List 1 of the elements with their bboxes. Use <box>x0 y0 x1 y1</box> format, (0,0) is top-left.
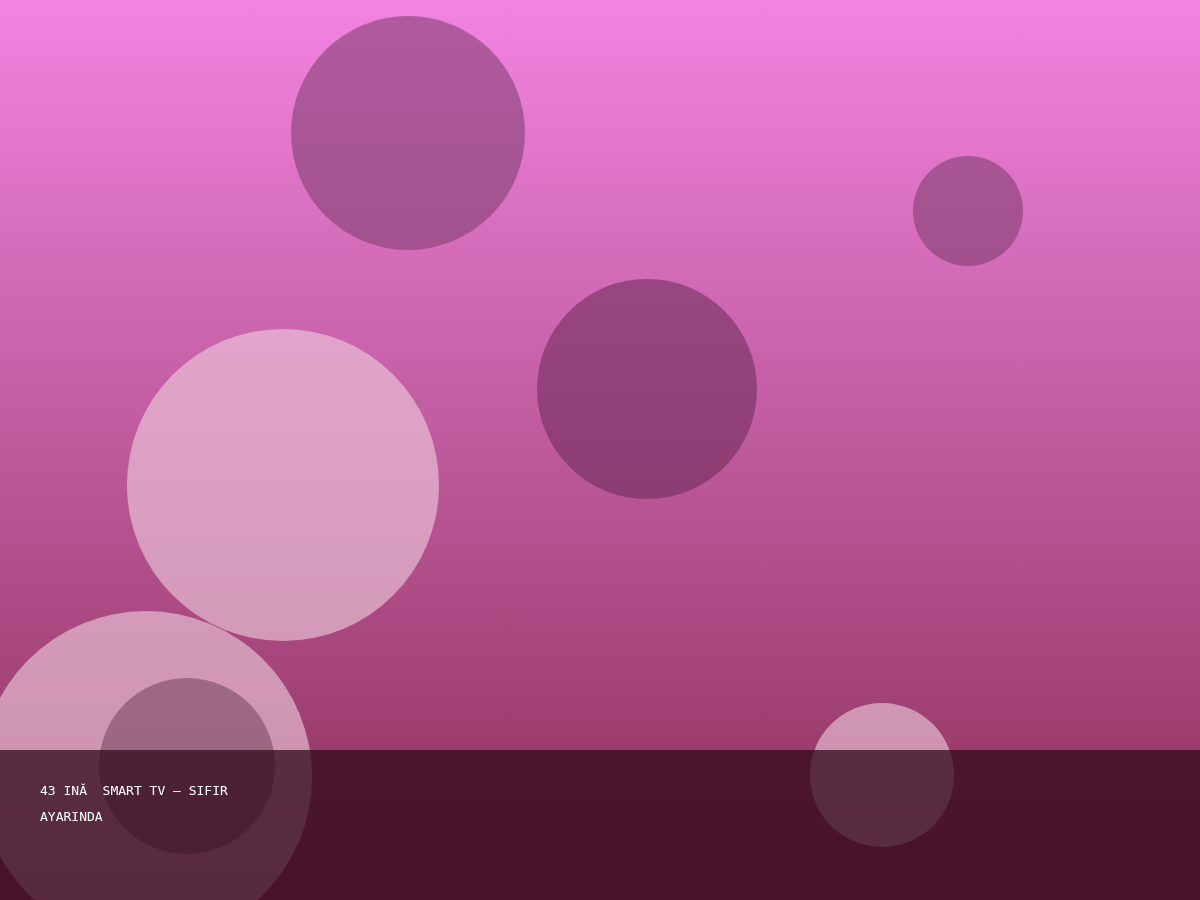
caption: 43 INĂ SMART TV – SIFIR AYARINDA <box>40 782 229 826</box>
